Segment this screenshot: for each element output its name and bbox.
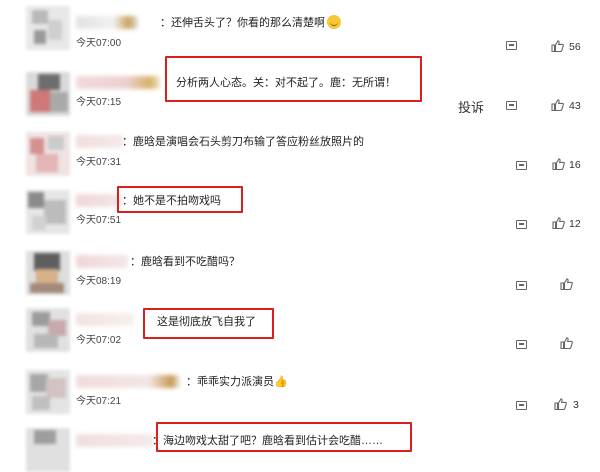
reply-icon[interactable] [516,401,527,410]
like-icon[interactable] [560,337,573,349]
username[interactable] [76,76,160,89]
smile-emoji-icon [327,15,341,29]
like-icon[interactable] [554,398,567,410]
avatar[interactable] [26,251,70,295]
timestamp: 今天07:00 [76,38,122,49]
timestamp: 今天08:19 [76,276,122,287]
comment-text: ：鹿晗看到不吃醋吗？ [130,256,240,268]
like-count: 16 [569,159,581,171]
avatar[interactable] [26,428,70,472]
report-button[interactable]: 投诉 [458,97,484,116]
highlight-box [117,186,243,213]
like-count: 12 [569,218,581,230]
like-count: 56 [569,41,581,53]
highlight-box [165,56,422,102]
reply-icon[interactable] [506,101,517,110]
highlight-box [156,422,412,452]
timestamp: 今天07:15 [76,97,122,108]
comment-text: ：还伸舌头了？你看的那么清楚啊 [160,15,341,30]
username[interactable] [76,313,134,326]
username[interactable] [76,375,180,388]
timestamp: 今天07:31 [76,157,122,168]
thumbs-up-emoji-icon: 👍 [274,376,288,388]
like-icon[interactable] [552,158,565,170]
reply-icon[interactable] [516,161,527,170]
reply-icon[interactable] [516,220,527,229]
highlight-box [143,308,274,339]
like-icon[interactable] [552,217,565,229]
timestamp: 今天07:21 [76,396,122,407]
username[interactable] [76,255,128,268]
avatar[interactable] [26,190,70,234]
timestamp: 今天07:02 [76,335,122,346]
comment-text: ：鹿晗是演唱会石头剪刀布输了答应粉丝放照片的 [122,136,364,148]
comment-text: ：乖乖实力派演员👍 [186,376,288,388]
username[interactable] [76,135,124,148]
avatar[interactable] [26,308,70,352]
reply-icon[interactable] [506,41,517,50]
like-icon[interactable] [551,99,564,111]
avatar[interactable] [26,72,70,116]
username[interactable] [76,16,138,29]
reply-icon[interactable] [516,340,527,349]
reply-icon[interactable] [516,281,527,290]
username[interactable] [76,194,122,207]
username[interactable] [76,434,154,447]
timestamp: 今天07:51 [76,215,122,226]
avatar[interactable] [26,132,70,176]
avatar[interactable] [26,6,70,50]
like-icon[interactable] [560,278,573,290]
avatar[interactable] [26,370,70,414]
like-icon[interactable] [551,40,564,52]
like-count: 3 [573,399,579,411]
like-count: 43 [569,100,581,112]
